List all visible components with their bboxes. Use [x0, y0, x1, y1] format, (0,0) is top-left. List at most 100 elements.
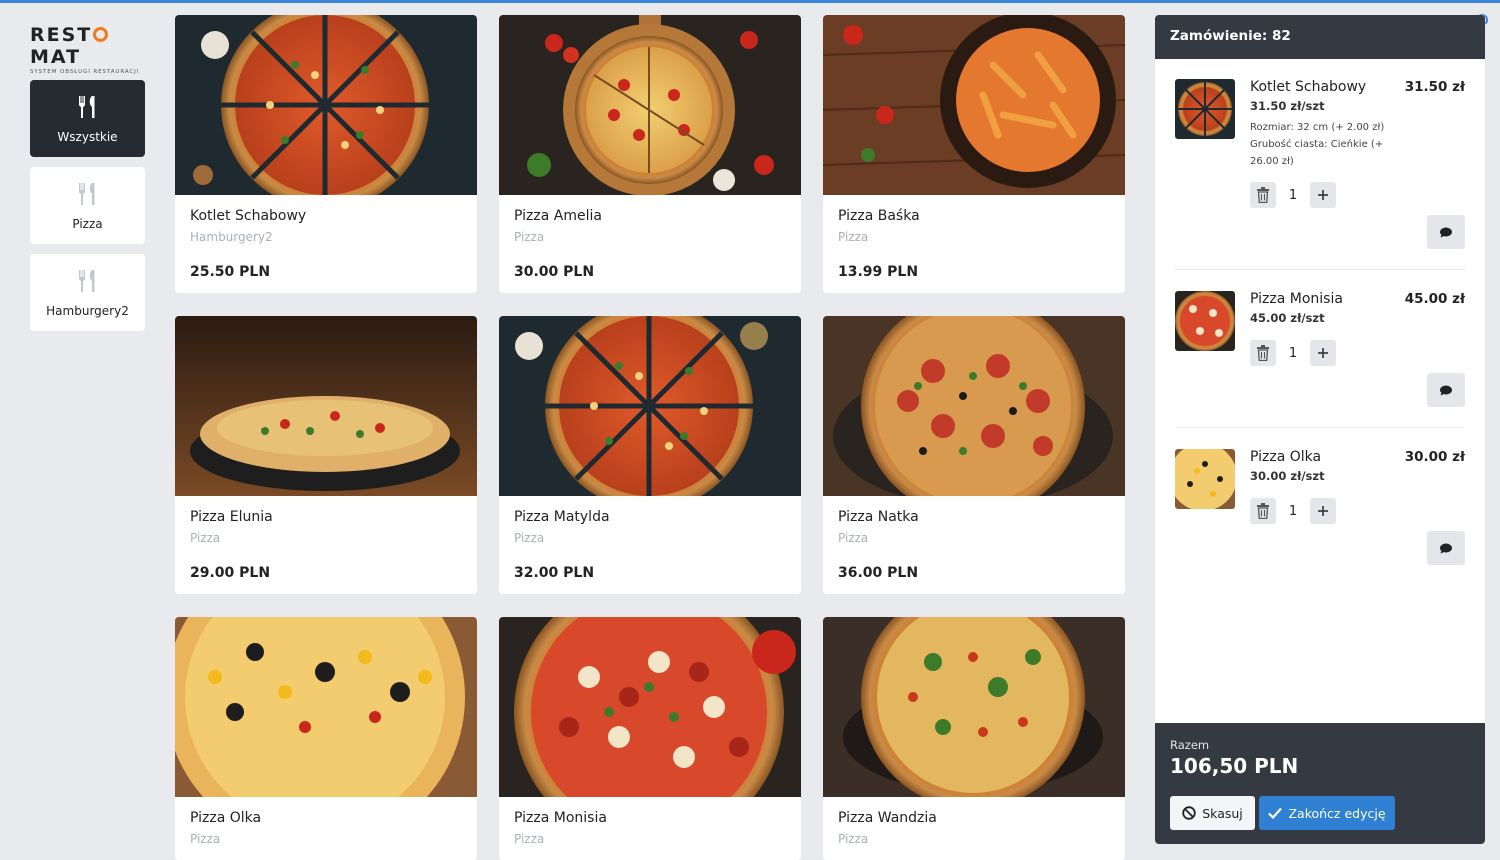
product-category: Pizza: [514, 832, 545, 846]
product-card[interactable]: Pizza Baśka Pizza 13.99 PLN: [823, 15, 1125, 293]
increase-quantity-button[interactable]: [1310, 340, 1336, 366]
comment-button[interactable]: [1427, 215, 1465, 249]
order-panel: Zamówienie: 82 Kotlet Schabowy 31.50 zł …: [1155, 15, 1485, 844]
quantity-value: 1: [1288, 345, 1298, 361]
product-price: 36.00 PLN: [838, 565, 919, 581]
comment-icon: [1440, 385, 1452, 395]
order-item-image: [1175, 291, 1235, 351]
total-value: 106,50 PLN: [1170, 754, 1299, 778]
product-image: [823, 316, 1125, 518]
cutlery-icon: [75, 268, 101, 294]
logo-tagline: SYSTEM OBSŁUGI RESTAURACJI: [30, 69, 140, 75]
product-name: Pizza Matylda: [514, 509, 610, 525]
product-price: 25.50 PLN: [190, 264, 271, 280]
product-image: [823, 15, 1125, 195]
plus-icon: [1318, 190, 1328, 200]
product-name: Pizza Amelia: [514, 208, 602, 224]
finish-edit-button[interactable]: Zakończ edycję: [1259, 796, 1395, 830]
quantity-value: 1: [1288, 503, 1298, 519]
category-label: Hamburgery2: [46, 303, 129, 318]
delete-item-button[interactable]: [1250, 340, 1276, 366]
order-item-total: 31.50 zł: [1404, 79, 1465, 95]
product-category: Pizza: [190, 832, 221, 846]
product-name: Pizza Baśka: [838, 208, 920, 224]
product-price: 32.00 PLN: [514, 565, 595, 581]
order-item: Pizza Monisia 45.00 zł 45.00 zł/szt 1: [1175, 291, 1465, 407]
trash-icon: [1257, 345, 1269, 361]
product-category: Pizza: [514, 230, 545, 244]
cancel-label: Skasuj: [1202, 805, 1243, 821]
product-image: [175, 617, 477, 847]
finish-label: Zakończ edycję: [1288, 805, 1386, 821]
cutlery-icon: [75, 94, 101, 120]
product-category: Pizza: [838, 230, 869, 244]
restomat-logo: RESTMAT SYSTEM OBSŁUGI RESTAURACJI: [30, 24, 145, 75]
product-category: Pizza: [190, 531, 221, 545]
comment-button[interactable]: [1427, 531, 1465, 565]
plus-icon: [1318, 506, 1328, 516]
increase-quantity-button[interactable]: [1310, 498, 1336, 524]
comment-button[interactable]: [1427, 373, 1465, 407]
order-item-name: Kotlet Schabowy: [1250, 79, 1367, 95]
product-card[interactable]: Pizza Monisia Pizza: [499, 617, 801, 860]
comment-icon: [1440, 543, 1452, 553]
order-item: Pizza Olka 30.00 zł 30.00 zł/szt 1: [1175, 449, 1465, 565]
product-image: [499, 617, 801, 847]
order-item-name: Pizza Monisia: [1250, 291, 1343, 307]
order-item-option: Grubość ciasta: Cieńkie (+ 26.00 zł): [1250, 139, 1384, 167]
loading-bar: [0, 0, 1500, 3]
product-category: Pizza: [838, 832, 869, 846]
trash-icon: [1257, 187, 1269, 203]
product-price: 13.99 PLN: [838, 264, 919, 280]
category-hamburgery2[interactable]: Hamburgery2: [30, 254, 145, 331]
product-image: [499, 316, 801, 510]
product-card[interactable]: Kotlet Schabowy Hamburgery2 25.50 PLN: [175, 15, 477, 293]
quantity-stepper: 1: [1250, 182, 1336, 208]
product-card[interactable]: Pizza Wandzia Pizza: [823, 617, 1125, 860]
delete-item-button[interactable]: [1250, 498, 1276, 524]
product-category: Pizza: [838, 531, 869, 545]
trash-icon: [1257, 503, 1269, 519]
product-category: Hamburgery2: [190, 230, 273, 244]
product-image: [175, 15, 477, 209]
order-title: Zamówienie: 82: [1155, 15, 1485, 59]
product-category: Pizza: [514, 531, 545, 545]
cutlery-icon: [75, 181, 101, 207]
product-name: Pizza Olka: [190, 810, 262, 826]
increase-quantity-button[interactable]: [1310, 182, 1336, 208]
order-item: Kotlet Schabowy 31.50 zł 31.50 zł/szt Ro…: [1175, 79, 1465, 249]
divider: [1175, 269, 1465, 270]
comment-icon: [1440, 227, 1452, 237]
order-item-name: Pizza Olka: [1250, 449, 1322, 465]
product-image: [499, 15, 801, 196]
order-item-unit-price: 31.50 zł/szt: [1250, 99, 1325, 113]
product-name: Kotlet Schabowy: [190, 208, 307, 224]
product-price: 30.00 PLN: [514, 264, 595, 280]
product-card[interactable]: Pizza Natka Pizza 36.00 PLN: [823, 316, 1125, 594]
cancel-button[interactable]: Skasuj: [1170, 796, 1255, 830]
delete-item-button[interactable]: [1250, 182, 1276, 208]
order-item-image: [1175, 79, 1235, 139]
product-image: [823, 617, 1125, 809]
category-label: Wszystkie: [57, 129, 118, 144]
category-wszystkie[interactable]: Wszystkie: [30, 80, 145, 157]
product-card[interactable]: Pizza Matylda Pizza 32.00 PLN: [499, 316, 801, 594]
order-item-total: 30.00 zł: [1404, 449, 1465, 465]
quantity-stepper: 1: [1250, 498, 1336, 524]
product-card[interactable]: Pizza Amelia Pizza 30.00 PLN: [499, 15, 801, 293]
order-item-total: 45.00 zł: [1404, 291, 1465, 307]
total-label: Razem: [1170, 738, 1210, 752]
product-name: Pizza Wandzia: [838, 810, 937, 826]
product-name: Pizza Monisia: [514, 810, 607, 826]
order-item-unit-price: 30.00 zł/szt: [1250, 469, 1325, 483]
product-price: 29.00 PLN: [190, 565, 271, 581]
category-pizza[interactable]: Pizza: [30, 167, 145, 244]
order-item-option: Rozmiar: 32 cm (+ 2.00 zł): [1250, 122, 1385, 133]
plus-icon: [1318, 348, 1328, 358]
product-name: Pizza Elunia: [190, 509, 273, 525]
product-image: [175, 316, 477, 496]
divider: [1175, 427, 1465, 428]
logo-o-icon: [93, 27, 109, 42]
product-card[interactable]: Pizza Olka Pizza: [175, 617, 477, 860]
product-card[interactable]: Pizza Elunia Pizza 29.00 PLN: [175, 316, 477, 594]
